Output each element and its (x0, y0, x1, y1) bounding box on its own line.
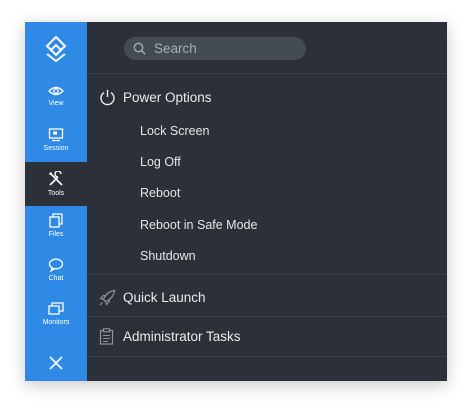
sidebar: View Session Tools Files Chat Monitors (25, 22, 87, 381)
sidebar-item-label: Tools (47, 189, 65, 197)
quick-launch-label: Quick Launch (123, 289, 206, 305)
monitors-icon (48, 301, 64, 315)
files-icon (49, 213, 63, 228)
sidebar-item-label: Files (48, 231, 64, 238)
sidebar-item-view[interactable]: View (25, 74, 87, 118)
close-icon (49, 356, 63, 370)
menu-item-lock-screen[interactable]: Lock Screen (140, 121, 209, 141)
search-box[interactable] (124, 37, 306, 60)
tools-panel-window: View Session Tools Files Chat Monitors S… (25, 22, 447, 381)
power-options-label: Power Options (123, 89, 212, 105)
power-options-header[interactable]: Power Options (87, 78, 447, 116)
tools-menu: Power Options Lock Screen Log Off Reboot… (87, 22, 447, 381)
sidebar-item-label: View (48, 99, 64, 107)
search-input[interactable] (154, 41, 294, 56)
sidebar-item-chat[interactable]: Chat (25, 248, 87, 292)
administrator-tasks-header[interactable]: Administrator Tasks (87, 317, 447, 355)
sidebar-item-monitors[interactable]: Monitors (25, 292, 87, 336)
menu-item-reboot[interactable]: Reboot (140, 183, 180, 203)
monitor-session-icon (48, 127, 64, 141)
divider (87, 356, 447, 357)
divider (87, 274, 447, 275)
eye-icon (48, 86, 64, 95)
menu-item-reboot-safe-mode[interactable]: Reboot in Safe Mode (140, 215, 257, 235)
sidebar-item-session[interactable]: Session (25, 118, 87, 162)
logo-icon[interactable] (25, 34, 87, 64)
clipboard-icon (99, 327, 114, 345)
sidebar-item-label: Chat (48, 274, 64, 282)
search-icon (133, 42, 146, 55)
sidebar-item-label: Monitors (42, 318, 70, 326)
divider (87, 73, 447, 74)
quick-launch-header[interactable]: Quick Launch (87, 278, 447, 316)
sidebar-item-files[interactable]: Files (25, 204, 87, 248)
menu-item-log-off[interactable]: Log Off (140, 152, 181, 172)
sidebar-item-tools[interactable]: Tools (25, 162, 87, 206)
close-button[interactable] (25, 346, 87, 380)
tools-icon (48, 170, 63, 186)
menu-item-shutdown[interactable]: Shutdown (140, 246, 196, 266)
sidebar-item-label: Session (43, 144, 69, 152)
chat-bubble-icon (48, 258, 64, 272)
rocket-icon (99, 289, 116, 306)
administrator-tasks-label: Administrator Tasks (123, 328, 241, 344)
power-icon (100, 89, 115, 105)
